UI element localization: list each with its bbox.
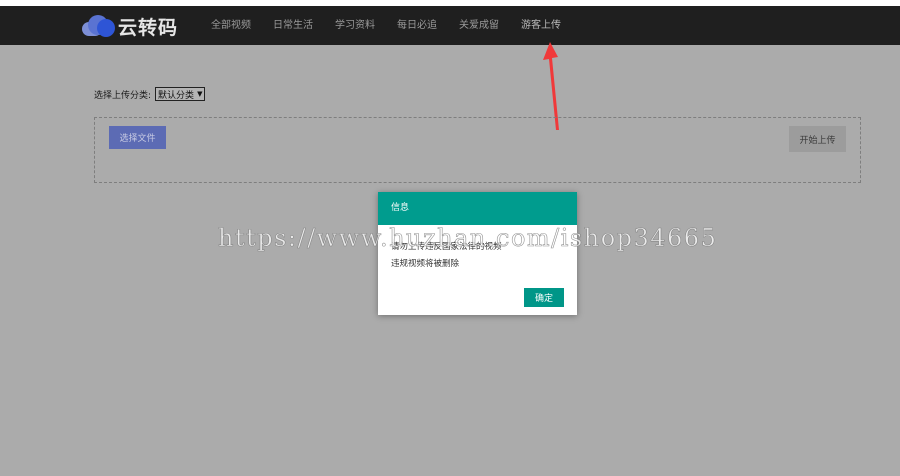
nav-item-daily-life[interactable]: 日常生活 [262,6,324,45]
category-label: 选择上传分类: [94,90,152,101]
watermark-text: https://www.huzhan.com/ishop34665 [218,224,718,253]
category-selected-value: 默认分类 [158,90,195,101]
info-dialog: 信息 请勿上传违反国家法律的视频 违规视频将被删除 确定 [378,192,577,315]
nav-menu: 全部视频 日常生活 学习资料 每日必追 关爱成留 游客上传 [200,6,572,45]
dialog-title: 信息 [378,192,577,225]
category-select[interactable]: 默认分类 ▼ [155,87,206,101]
cloud-logo-icon [82,13,118,39]
upload-drop-zone[interactable]: 选择文件 开始上传 [94,117,861,183]
nav-item-daily-must-watch[interactable]: 每日必追 [386,6,448,45]
category-row: 选择上传分类: 默认分类 ▼ [94,87,206,101]
logo[interactable]: 云转码 [82,13,178,39]
start-upload-button[interactable]: 开始上传 [789,126,846,152]
brand-name: 云转码 [118,16,179,39]
nav-item-study-materials[interactable]: 学习资料 [324,6,386,45]
nav-item-all-videos[interactable]: 全部视频 [200,6,262,45]
confirm-button[interactable]: 确定 [524,288,564,307]
chevron-down-icon: ▼ [197,90,203,98]
dialog-message-line2: 违规视频将被删除 [391,259,460,269]
nav-item-care[interactable]: 关爱成留 [448,6,510,45]
choose-file-button[interactable]: 选择文件 [109,126,166,149]
navbar: 云转码 全部视频 日常生活 学习资料 每日必追 关爱成留 游客上传 [0,6,900,45]
